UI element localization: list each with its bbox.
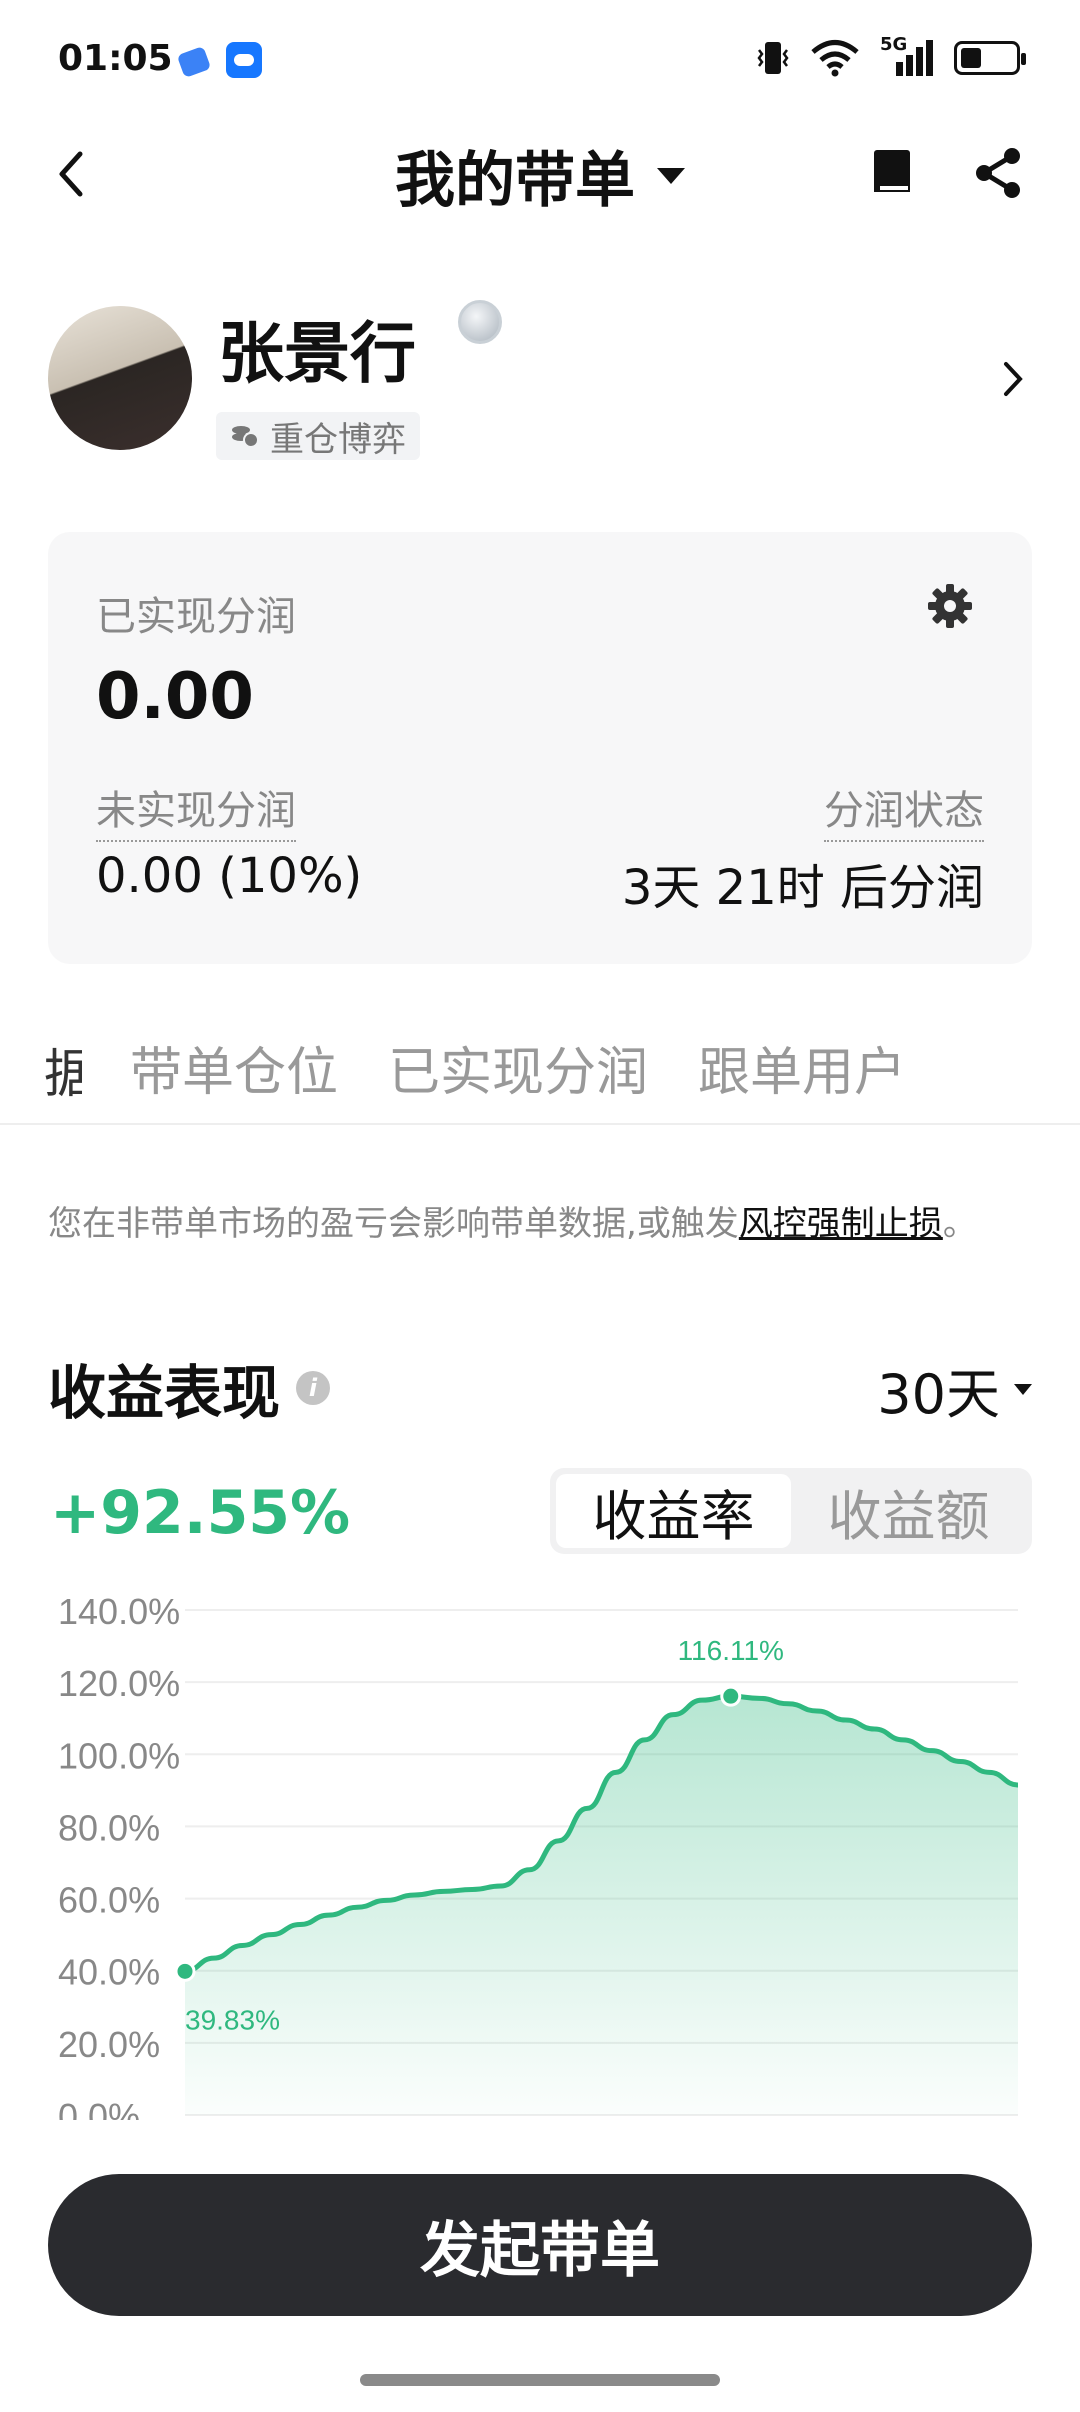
risk-control-link[interactable]: 风控强制止损 xyxy=(739,1204,943,1244)
app-notification-icon-2 xyxy=(226,42,262,78)
data-label: 116.11% xyxy=(678,1635,784,1666)
trader-style-tag: 重仓博弈 xyxy=(216,412,420,460)
cellular-icon: 5G xyxy=(880,34,934,78)
performance-chart: 140.0% 120.0% 100.0% 80.0% 60.0% 40.0% 20.0% 0.… xyxy=(58,1591,1019,2120)
unrealized-value: 0.00 (10%) xyxy=(96,848,363,904)
coins-icon xyxy=(232,426,259,448)
toggle-return-rate[interactable]: 收益率 xyxy=(556,1474,791,1548)
share-icon[interactable] xyxy=(974,148,1022,198)
vibrate-icon xyxy=(757,42,789,74)
data-point xyxy=(174,1960,196,1982)
page-title-dropdown[interactable]: 我的带单 xyxy=(0,132,1080,219)
tab-positions[interactable]: 带单仓位 xyxy=(130,1030,338,1105)
y-tick-label: 40.0% xyxy=(58,1952,160,1993)
metric-toggle: 收益率 收益额 xyxy=(550,1468,1032,1554)
unrealized-label[interactable]: 未实现分润 xyxy=(96,778,296,842)
performance-title: 收益表现 xyxy=(48,1359,281,1427)
status-icons: 5G xyxy=(756,34,1026,78)
tab-bar: 带单仓位 已实现分润 跟单用户 xyxy=(0,1030,1080,1125)
y-tick-label: 100.0% xyxy=(58,1735,180,1776)
realized-label: 已实现分润 xyxy=(96,594,296,640)
wifi-icon xyxy=(811,40,859,77)
avatar[interactable] xyxy=(48,306,192,450)
risk-notice: 您在非带单市场的盈亏会影响带单数据,或触发风控强制止损。 xyxy=(48,1196,977,1245)
toggle-return-amount[interactable]: 收益额 xyxy=(791,1474,1026,1548)
y-tick-label: 120.0% xyxy=(58,1663,180,1704)
return-value: +92.55% xyxy=(50,1478,351,1548)
y-tick-label: 140.0% xyxy=(58,1591,180,1632)
chevron-down-icon xyxy=(657,167,685,184)
period-selector[interactable]: 30天 xyxy=(877,1350,1032,1429)
realized-value: 0.00 xyxy=(96,660,254,734)
data-label: 39.83% xyxy=(185,2004,280,2035)
profit-share-card: 已实现分润 0.00 未实现分润 0.00 (10%) 分润状态 3天 21时 … xyxy=(48,532,1032,964)
data-point xyxy=(720,1685,742,1707)
trader-style-label: 重仓博弈 xyxy=(270,419,406,460)
gear-icon[interactable] xyxy=(926,582,974,630)
chevron-right-icon[interactable] xyxy=(1002,360,1024,398)
notice-suffix: 。 xyxy=(942,1204,977,1244)
home-indicator xyxy=(360,2374,720,2386)
chevron-down-icon xyxy=(1014,1384,1032,1395)
page-title: 我的带单 xyxy=(395,146,635,216)
battery-icon xyxy=(954,41,1026,75)
book-icon[interactable] xyxy=(870,148,914,198)
status-time: 01:05 xyxy=(58,38,173,79)
trader-name: 张景行 xyxy=(218,315,416,392)
y-tick-label: 20.0% xyxy=(58,2024,160,2065)
medal-icon xyxy=(458,300,502,344)
series-area xyxy=(185,1696,1018,2115)
y-tick-label: 60.0% xyxy=(58,1880,160,1921)
start-lead-trading-button[interactable]: 发起带单 xyxy=(48,2174,1032,2316)
period-label: 30天 xyxy=(877,1363,1000,1426)
y-tick-label: 0.0% xyxy=(58,2096,140,2120)
y-tick-label: 80.0% xyxy=(58,1807,160,1848)
app-notification-icon xyxy=(176,45,212,79)
notice-text: 您在非带单市场的盈亏会影响带单数据,或触发 xyxy=(48,1204,739,1244)
status-label[interactable]: 分润状态 xyxy=(824,778,984,842)
tab-followers[interactable]: 跟单用户 xyxy=(698,1030,906,1105)
info-icon[interactable]: i xyxy=(296,1371,331,1405)
performance-header: 收益表现 i xyxy=(48,1346,331,1430)
status-value: 3天 21时 后分润 xyxy=(621,860,984,916)
tab-realized-profit[interactable]: 已实现分润 xyxy=(388,1030,648,1105)
